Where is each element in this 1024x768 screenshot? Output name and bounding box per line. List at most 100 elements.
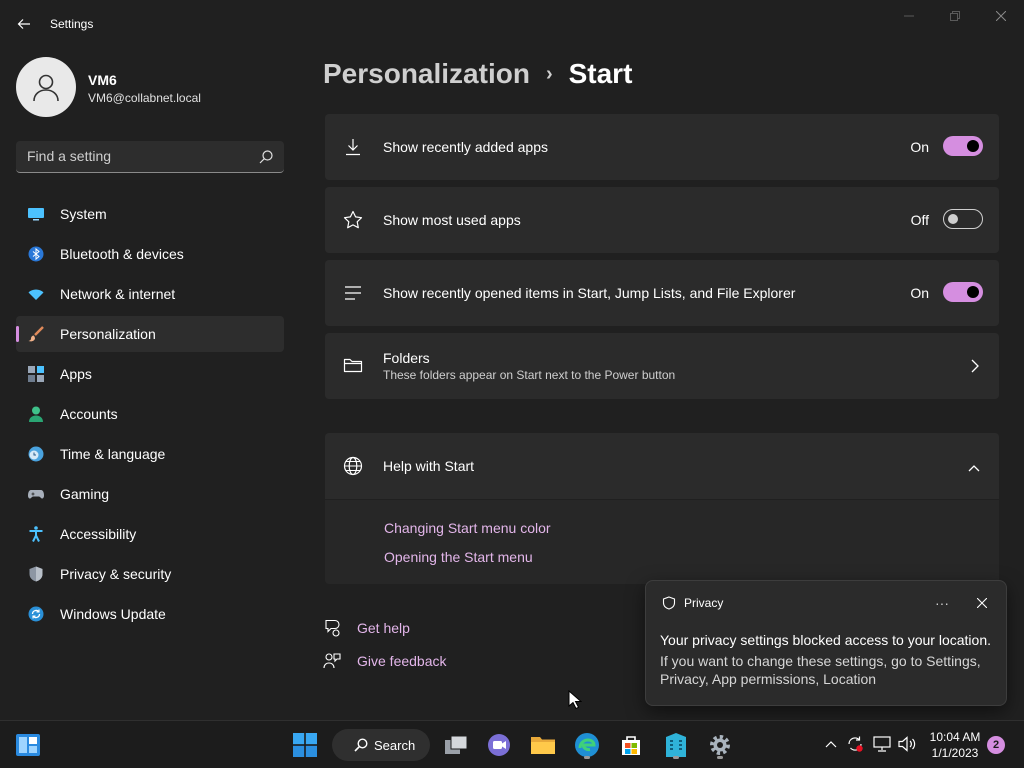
settings-app-button[interactable] — [704, 729, 736, 761]
help-link-opening-start-menu[interactable]: Opening the Start menu — [384, 549, 533, 565]
download-icon — [342, 136, 364, 158]
taskbar-search-button[interactable]: Search — [332, 729, 430, 761]
help-link-start-menu-color[interactable]: Changing Start menu color — [384, 520, 551, 536]
microsoft-store-button[interactable] — [615, 729, 647, 761]
windows-logo-icon — [293, 733, 317, 757]
search-input[interactable] — [16, 141, 256, 171]
running-indicator — [673, 756, 679, 759]
sidebar-item-label: Gaming — [60, 486, 110, 502]
user-icon — [33, 74, 59, 102]
bluetooth-icon — [28, 246, 44, 262]
sidebar-item-personalization[interactable]: Personalization — [16, 316, 284, 352]
recently-opened-items-toggle[interactable] — [943, 282, 983, 302]
setting-title: Folders — [383, 350, 430, 366]
breadcrumb-separator: › — [545, 62, 553, 85]
help-expander-header[interactable]: Help with Start — [325, 433, 999, 499]
user-email: VM6@collabnet.local — [88, 91, 201, 105]
app-title: Settings — [50, 17, 94, 31]
sidebar-item-accessibility[interactable]: Accessibility — [16, 516, 284, 552]
sidebar-item-label: Personalization — [60, 326, 156, 342]
restore-icon — [950, 11, 960, 21]
recently-added-apps-toggle[interactable] — [943, 136, 983, 156]
sidebar-item-privacy-security[interactable]: Privacy & security — [16, 556, 284, 592]
sidebar-item-apps[interactable]: Apps — [16, 356, 284, 392]
toggle-state-label: On — [910, 139, 929, 155]
back-button[interactable] — [8, 8, 40, 40]
close-button[interactable] — [978, 0, 1024, 32]
mouse-cursor-icon — [568, 690, 582, 710]
sidebar-item-gaming[interactable]: Gaming — [16, 476, 284, 512]
sync-icon[interactable] — [846, 735, 864, 753]
toggle-state-label: On — [910, 285, 929, 301]
apps-icon — [28, 366, 44, 382]
taskbar: Search 10:04 AM 1/1/2023 2 — [0, 720, 1024, 768]
sidebar-nav: System Bluetooth & devices Network & int… — [16, 196, 284, 636]
setting-subtitle: These folders appear on Start next to th… — [383, 368, 676, 382]
avatar[interactable] — [16, 57, 76, 117]
chevron-up-icon[interactable] — [822, 735, 840, 753]
star-icon — [342, 209, 364, 231]
shield-icon — [662, 596, 676, 610]
sidebar-item-windows-update[interactable]: Windows Update — [16, 596, 284, 632]
toggle-state-label: Off — [910, 212, 929, 228]
sidebar-item-label: Network & internet — [60, 286, 176, 302]
file-explorer-button[interactable] — [527, 729, 559, 761]
maximize-button[interactable] — [932, 0, 978, 32]
toast-app-name: Privacy — [684, 596, 724, 610]
volume-icon[interactable] — [898, 735, 916, 753]
setting-recently-opened-items: Show recently opened items in Start, Jum… — [325, 260, 999, 326]
sidebar-item-bluetooth[interactable]: Bluetooth & devices — [16, 236, 284, 272]
breadcrumb: Personalization › Start — [323, 58, 632, 90]
accessibility-icon — [28, 526, 44, 542]
network-icon[interactable] — [873, 735, 891, 753]
sidebar-item-label: Privacy & security — [60, 566, 172, 582]
setting-most-used-apps: Show most used apps Off — [325, 187, 999, 253]
list-icon — [342, 282, 364, 304]
help-expander-content — [325, 500, 999, 584]
setting-title: Show recently added apps — [383, 139, 548, 155]
clock-time[interactable]: 10:04 AM — [920, 730, 990, 744]
sidebar-item-system[interactable]: System — [16, 196, 284, 232]
search-icon — [354, 738, 368, 752]
more-options-button[interactable]: ··· — [930, 591, 954, 615]
search-icon[interactable] — [258, 149, 274, 165]
widgets-button[interactable] — [12, 729, 44, 761]
toast-title: Your privacy settings blocked access to … — [660, 632, 991, 648]
title-bar: Settings — [0, 0, 1024, 48]
folder-icon — [531, 737, 555, 754]
clock-date[interactable]: 1/1/2023 — [920, 746, 990, 760]
store-icon — [622, 736, 640, 755]
running-indicator — [717, 756, 723, 759]
accounts-icon — [28, 406, 44, 422]
teams-chat-button[interactable] — [483, 729, 515, 761]
start-button[interactable] — [289, 729, 321, 761]
sidebar-item-label: Accounts — [60, 406, 118, 422]
get-help-link[interactable]: Get help — [357, 620, 410, 636]
gear-icon — [710, 735, 730, 755]
shield-icon — [28, 566, 44, 582]
back-arrow-icon — [17, 19, 30, 29]
privacy-toast-notification[interactable]: Privacy ··· Your privacy settings blocke… — [645, 580, 1007, 706]
folders-setting[interactable]: Folders These folders appear on Start ne… — [325, 333, 999, 399]
task-view-button[interactable] — [440, 729, 472, 761]
sidebar-item-accounts[interactable]: Accounts — [16, 396, 284, 432]
widgets-icon — [16, 734, 40, 756]
breadcrumb-parent[interactable]: Personalization — [323, 58, 530, 90]
page-title: Start — [568, 58, 633, 89]
folder-icon — [342, 354, 364, 376]
running-indicator — [584, 756, 590, 759]
notification-badge[interactable]: 2 — [987, 736, 1005, 754]
minimize-button[interactable] — [886, 0, 932, 32]
edge-button[interactable] — [571, 729, 603, 761]
sidebar-item-network[interactable]: Network & internet — [16, 276, 284, 312]
sidebar-item-label: Time & language — [60, 446, 166, 462]
most-used-apps-toggle[interactable] — [943, 209, 983, 229]
sidebar-item-label: Accessibility — [60, 526, 137, 542]
toast-close-button[interactable] — [970, 591, 994, 615]
collabnet-app-button[interactable] — [660, 729, 692, 761]
gamepad-icon — [28, 486, 44, 502]
minimize-icon — [904, 15, 914, 17]
give-feedback-link[interactable]: Give feedback — [357, 653, 447, 669]
brush-icon — [28, 326, 44, 342]
sidebar-item-time-language[interactable]: Time & language — [16, 436, 284, 472]
